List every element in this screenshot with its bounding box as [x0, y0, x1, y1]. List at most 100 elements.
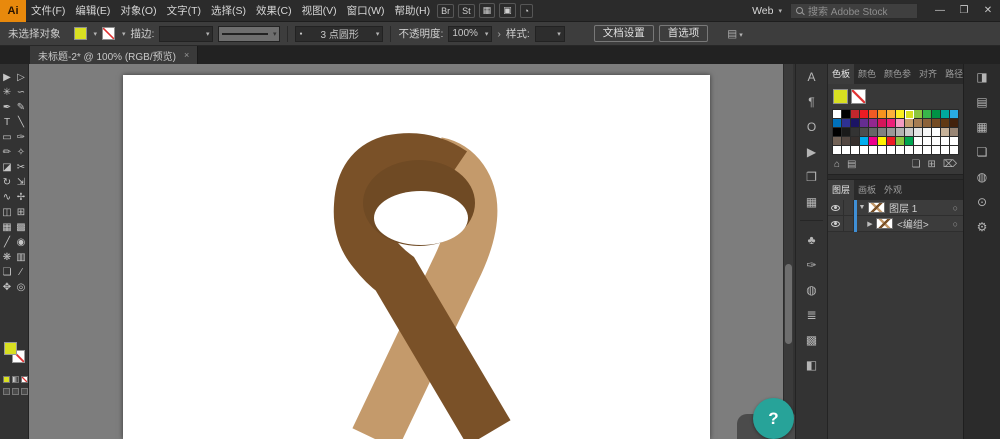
- draw-normal-icon[interactable]: [3, 388, 10, 395]
- swatch-kinds-icon[interactable]: ▤: [847, 159, 856, 170]
- swatch-cell[interactable]: [860, 137, 869, 146]
- layer-thumbnail[interactable]: [876, 218, 893, 229]
- pencil-tool[interactable]: ✏: [1, 145, 14, 160]
- swatch-cell[interactable]: [878, 137, 887, 146]
- symbols-panel-icon[interactable]: ♣: [796, 227, 827, 252]
- symbol-sprayer-tool[interactable]: ❋: [1, 250, 14, 265]
- swatch-cell[interactable]: [932, 128, 941, 137]
- swatch-cell[interactable]: [932, 137, 941, 146]
- preferences-button[interactable]: 首选项: [659, 25, 709, 42]
- opacity-panel-arrow[interactable]: ›: [497, 28, 501, 40]
- swatch-cell[interactable]: [941, 146, 950, 155]
- layer-target[interactable]: ○: [953, 203, 958, 213]
- delete-swatch-icon[interactable]: ⌦: [943, 159, 957, 170]
- libraries-panel-icon[interactable]: ◨: [964, 64, 1000, 89]
- stroke-width-select[interactable]: ▾: [159, 26, 213, 42]
- menu-effect[interactable]: 效果(C): [251, 0, 297, 22]
- paragraph-panel-icon[interactable]: ¶: [796, 89, 827, 114]
- width-tool[interactable]: ∿: [1, 190, 14, 205]
- current-fill-swatch[interactable]: [833, 89, 848, 104]
- draw-behind-icon[interactable]: [12, 388, 19, 395]
- workspace-switcher[interactable]: Web ▾: [744, 5, 790, 17]
- document-setup-button[interactable]: 文档设置: [594, 25, 654, 42]
- layer-thumbnail[interactable]: [868, 202, 885, 213]
- none-swatch[interactable]: [851, 89, 866, 104]
- color-mode-icon[interactable]: [3, 376, 10, 383]
- swatch-cell[interactable]: [950, 128, 959, 137]
- fill-color-control[interactable]: [74, 27, 87, 40]
- brushes-panel-icon[interactable]: ✑: [796, 252, 827, 277]
- actions-panel-icon[interactable]: ▶: [796, 139, 827, 164]
- tab-swatches[interactable]: 色板: [828, 64, 854, 84]
- expand-arrow[interactable]: ▼: [857, 204, 867, 211]
- swatch-cell[interactable]: [869, 128, 878, 137]
- swatch-cell[interactable]: [878, 146, 887, 155]
- swatch-cell[interactable]: [869, 137, 878, 146]
- swatch-cell[interactable]: [923, 110, 932, 119]
- swatch-libraries-icon[interactable]: ⌂: [834, 159, 840, 170]
- expand-arrow[interactable]: ▶: [865, 220, 875, 228]
- stroke-color-control[interactable]: [102, 27, 115, 40]
- magic-wand-tool[interactable]: ✳: [1, 85, 14, 100]
- paintbrush-tool[interactable]: ✑: [15, 130, 28, 145]
- scissors-tool[interactable]: ✂: [15, 160, 28, 175]
- image-trace-panel-icon[interactable]: ▦: [964, 114, 1000, 139]
- curvature-tool[interactable]: ✎: [15, 100, 28, 115]
- fill-color-proxy[interactable]: [4, 342, 17, 355]
- grid-view-icon[interactable]: ▦: [479, 3, 496, 18]
- direct-selection-tool[interactable]: ▷: [15, 70, 28, 85]
- rotate-tool[interactable]: ↻: [1, 175, 14, 190]
- opacity-select[interactable]: 100%▾: [448, 26, 492, 42]
- pen-tool[interactable]: ✒: [1, 100, 14, 115]
- eraser-tool[interactable]: ◪: [1, 160, 14, 175]
- swatch-cell[interactable]: [833, 128, 842, 137]
- tab-artboards[interactable]: 画板: [854, 180, 880, 200]
- swatch-cell[interactable]: [941, 137, 950, 146]
- new-color-group-icon[interactable]: ❏: [912, 159, 921, 170]
- tab-appearance[interactable]: 外观: [880, 180, 906, 200]
- stroke-panel-icon[interactable]: ≣: [796, 302, 827, 327]
- swatch-cell[interactable]: [905, 110, 914, 119]
- swatch-cell[interactable]: [905, 119, 914, 128]
- column-graph-tool[interactable]: ▥: [15, 250, 28, 265]
- swatch-cell[interactable]: [914, 137, 923, 146]
- blend-tool[interactable]: ◉: [15, 235, 28, 250]
- swatch-cell[interactable]: [887, 119, 896, 128]
- swatch-cell[interactable]: [851, 110, 860, 119]
- swatch-cell[interactable]: [950, 146, 959, 155]
- swatch-cell[interactable]: [878, 128, 887, 137]
- swatch-cell[interactable]: [923, 119, 932, 128]
- arrange-documents-icon[interactable]: ▣: [499, 3, 516, 18]
- swatch-cell[interactable]: [833, 119, 842, 128]
- gpu-dial-icon[interactable]: ◔: [520, 4, 533, 18]
- tab-align[interactable]: 对齐: [915, 64, 941, 84]
- type-tool[interactable]: T: [1, 115, 14, 130]
- shape-builder-tool[interactable]: ◫: [1, 205, 14, 220]
- swatch-cell[interactable]: [851, 119, 860, 128]
- brush-definition-select[interactable]: ● 3 点圆形 ▾: [295, 26, 383, 42]
- layer-row[interactable]: ▶<编组>○: [828, 216, 963, 232]
- visibility-toggle[interactable]: [828, 216, 844, 232]
- comments-panel-icon[interactable]: ◍: [964, 164, 1000, 189]
- swatch-cell[interactable]: [905, 146, 914, 155]
- bridge-button[interactable]: Br: [437, 4, 454, 18]
- swatch-cell[interactable]: [932, 146, 941, 155]
- swatch-cell[interactable]: [833, 137, 842, 146]
- tab-color-guide[interactable]: 颜色参: [880, 64, 915, 84]
- canvas[interactable]: [29, 64, 783, 439]
- swatch-cell[interactable]: [878, 119, 887, 128]
- swatch-cell[interactable]: [896, 119, 905, 128]
- scale-tool[interactable]: ⇲: [15, 175, 28, 190]
- artboards-panel-icon[interactable]: ❐: [796, 164, 827, 189]
- graphic-styles-panel-icon[interactable]: ◍: [796, 277, 827, 302]
- character-panel-icon[interactable]: A: [796, 64, 827, 89]
- gradient-tool[interactable]: ▩: [15, 220, 28, 235]
- tab-layers[interactable]: 图层: [828, 180, 854, 200]
- settings-gear-icon[interactable]: ⚙: [964, 214, 1000, 239]
- swatch-cell[interactable]: [869, 119, 878, 128]
- swatch-cell[interactable]: [851, 128, 860, 137]
- hand-tool[interactable]: ✥: [1, 280, 14, 295]
- swatch-cell[interactable]: [860, 110, 869, 119]
- swatch-cell[interactable]: [842, 146, 851, 155]
- adjustments-panel-icon[interactable]: ▤: [964, 89, 1000, 114]
